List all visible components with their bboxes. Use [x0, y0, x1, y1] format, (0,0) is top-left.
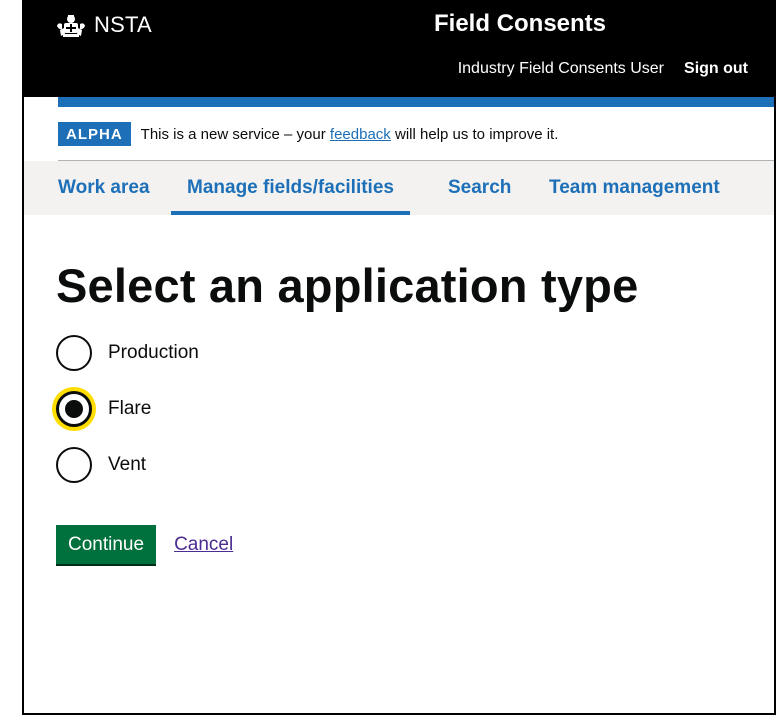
phase-text-after: will help us to improve it. [390, 125, 559, 143]
radio-vent[interactable]: Vent [56, 445, 199, 485]
site-header: NSTA Field Consents Industry Field Conse… [24, 0, 774, 97]
radio-production[interactable]: Production [56, 333, 199, 373]
nav-item-manage-fields-facilities[interactable]: Manage fields/facilities [171, 177, 410, 215]
nav-item-team-management[interactable]: Team management [549, 177, 720, 199]
radio-selected-dot [65, 400, 83, 418]
sign-out-link[interactable]: Sign out [684, 60, 748, 78]
continue-button[interactable]: Continue [56, 525, 157, 564]
radio-label-vent[interactable]: Vent [108, 454, 146, 476]
phase-banner: ALPHA This is a new service – your feedb… [58, 122, 558, 146]
page-frame: NSTA Field Consents Industry Field Conse… [22, 0, 776, 715]
radio-flare[interactable]: Flare [56, 389, 199, 429]
radio-button-vent[interactable] [56, 447, 92, 483]
feedback-link[interactable]: feedback [330, 126, 391, 143]
cancel-link[interactable]: Cancel [174, 534, 233, 556]
logo-text: NSTA [94, 12, 152, 37]
radio-label-production[interactable]: Production [108, 342, 199, 364]
radio-button-production[interactable] [56, 335, 92, 371]
phase-tag: ALPHA [58, 122, 131, 146]
logo-link[interactable]: NSTA [56, 12, 152, 38]
page-title: Select an application type [56, 259, 639, 312]
application-type-radios: Production Flare Vent [56, 333, 199, 501]
phase-text-before: This is a new service – your [140, 125, 330, 143]
phase-banner-text: This is a new service – your feedback wi… [141, 126, 559, 143]
nav-item-work-area[interactable]: Work area [58, 177, 150, 199]
service-name-link[interactable]: Field Consents [434, 10, 606, 38]
crest-icon [57, 15, 85, 37]
primary-navigation: Work area Manage fields/facilities Searc… [24, 161, 774, 215]
user-name: Industry Field Consents User [457, 60, 665, 77]
form-actions: Continue Cancel [56, 525, 233, 564]
radio-label-flare[interactable]: Flare [108, 398, 151, 420]
radio-button-flare[interactable] [56, 391, 92, 427]
nav-item-search[interactable]: Search [448, 177, 511, 199]
header-accent-bar [58, 97, 774, 107]
user-nav: Industry Field Consents User Sign out [458, 60, 748, 78]
